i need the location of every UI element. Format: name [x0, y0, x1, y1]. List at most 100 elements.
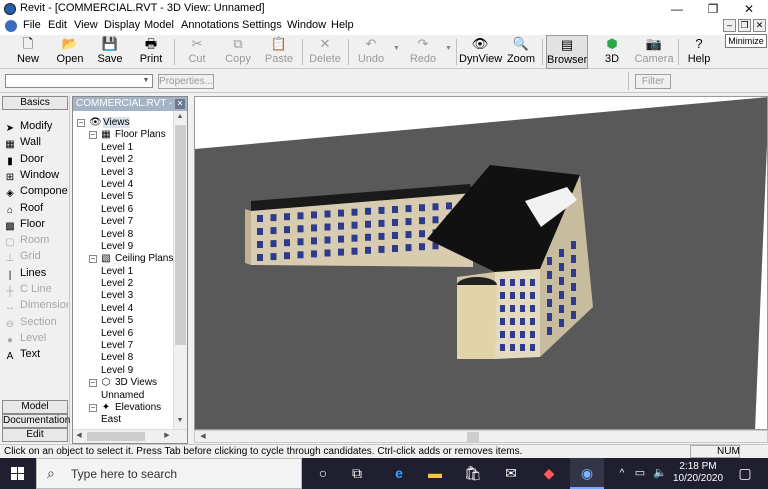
zoom-button[interactable]: 🔍 Zoom: [503, 35, 539, 69]
tree-item[interactable]: Level 3: [77, 290, 173, 302]
tool-roof[interactable]: ⌂ Roof: [4, 200, 68, 216]
tree-item[interactable]: Level 4: [77, 303, 173, 315]
tool-room[interactable]: ▢ Room: [4, 232, 68, 248]
tool-lines[interactable]: | Lines: [4, 265, 68, 281]
browser-vertical-scrollbar[interactable]: ▲ ▼: [173, 111, 187, 429]
tree-item[interactable]: Level 1: [77, 142, 173, 154]
tree-item[interactable]: Level 7: [77, 340, 173, 352]
cortana-circle-icon[interactable]: ○: [306, 458, 340, 489]
tree-item[interactable]: Level 8: [77, 352, 173, 364]
menu-edit[interactable]: Edit: [48, 19, 67, 31]
tool-modify[interactable]: ➤ Modify: [4, 118, 68, 134]
restore-button[interactable]: ❐: [696, 0, 730, 18]
new-button[interactable]: 🗋 New: [8, 35, 48, 69]
tool-text[interactable]: A Text: [4, 346, 68, 362]
redo-dropdown-arrow[interactable]: ▼: [445, 45, 453, 52]
tree-group[interactable]: − ⬡ 3D Views: [77, 377, 173, 389]
tree-item[interactable]: Level 5: [77, 315, 173, 327]
collapse-icon[interactable]: −: [89, 379, 97, 388]
tab-basics[interactable]: Basics: [2, 96, 68, 110]
redo-button[interactable]: ↷ Redo: [403, 35, 443, 69]
taskbar-search-box[interactable]: ⌕ Type here to search: [36, 458, 302, 489]
scroll-right-icon[interactable]: ▶: [161, 430, 173, 442]
mail-envelope-icon[interactable]: ✉: [494, 458, 528, 489]
3d-view-button[interactable]: ⬢ 3D: [594, 35, 630, 69]
tree-item[interactable]: Unnamed: [77, 390, 173, 402]
tab-edit[interactable]: Edit: [2, 428, 68, 442]
tree-item[interactable]: Level 6: [77, 328, 173, 340]
copy-button[interactable]: ⧉ Copy: [218, 35, 258, 69]
tray-clock[interactable]: 2:18 PM 10/20/2020: [673, 461, 723, 485]
menu-settings[interactable]: Settings: [242, 19, 282, 31]
tool-c-line[interactable]: ┼ C Line: [4, 281, 68, 297]
menu-display[interactable]: Display: [104, 19, 140, 31]
collapse-icon[interactable]: −: [89, 131, 97, 140]
edge-browser-icon[interactable]: e: [382, 458, 416, 489]
tool-wall[interactable]: ▦ Wall: [4, 134, 68, 150]
tree-group[interactable]: − ✦ Elevations: [77, 402, 173, 414]
save-button[interactable]: 💾 Save: [90, 35, 130, 69]
revit-active-window-icon[interactable]: ◉: [570, 458, 604, 489]
tree-item[interactable]: Level 8: [77, 229, 173, 241]
revit-taskbar-icon[interactable]: ◆: [532, 458, 566, 489]
tree-item[interactable]: Level 6: [77, 204, 173, 216]
mdi-close-button[interactable]: ✕: [753, 19, 766, 32]
tree-item[interactable]: Level 2: [77, 278, 173, 290]
tree-item[interactable]: Level 3: [77, 167, 173, 179]
tab-model[interactable]: Model: [2, 400, 68, 414]
close-button[interactable]: ✕: [732, 0, 766, 18]
paste-button[interactable]: 📋 Paste: [259, 35, 299, 69]
browser-button[interactable]: ▤ Browser: [546, 35, 588, 69]
open-button[interactable]: 📂 Open: [50, 35, 90, 69]
tray-chevron-up-icon[interactable]: ^: [612, 458, 632, 489]
type-selector[interactable]: ▼: [5, 74, 153, 88]
camera-button[interactable]: 📷 Camera: [633, 35, 675, 69]
menu-view[interactable]: View: [74, 19, 98, 31]
menu-help[interactable]: Help: [331, 19, 354, 31]
scroll-down-icon[interactable]: ▼: [174, 415, 186, 427]
file-explorer-icon[interactable]: ▬: [418, 458, 452, 489]
properties-button[interactable]: Properties...: [158, 74, 214, 89]
tree-item[interactable]: Level 9: [77, 365, 173, 377]
tree-item[interactable]: Level 5: [77, 191, 173, 203]
cut-button[interactable]: ✂ Cut: [177, 35, 217, 69]
revit-app-icon[interactable]: [4, 3, 16, 15]
scroll-left-icon[interactable]: ◀: [197, 431, 209, 443]
dynview-button[interactable]: 👁 DynView: [459, 35, 502, 69]
collapse-icon[interactable]: −: [89, 255, 97, 264]
undo-button[interactable]: ↶ Undo: [351, 35, 391, 69]
filter-button[interactable]: Filter: [635, 74, 671, 89]
start-button[interactable]: [0, 458, 36, 489]
scroll-thumb[interactable]: [87, 432, 145, 441]
document-icon[interactable]: [5, 20, 17, 32]
store-bag-icon[interactable]: 🛍: [456, 458, 490, 489]
collapse-icon[interactable]: −: [77, 119, 85, 127]
3d-view-canvas[interactable]: [194, 96, 768, 430]
tool-floor[interactable]: ▩ Floor: [4, 216, 68, 232]
scroll-up-icon[interactable]: ▲: [174, 111, 186, 123]
delete-button[interactable]: ✕ Delete: [305, 35, 345, 69]
menu-annotations[interactable]: Annotations: [181, 19, 239, 31]
tree-group[interactable]: − ▦ Floor Plans: [77, 129, 173, 141]
volume-speaker-icon[interactable]: 🔈: [650, 458, 670, 489]
mdi-minimize-button[interactable]: –: [723, 19, 736, 32]
browser-horizontal-scrollbar[interactable]: ◀ ▶: [73, 429, 187, 443]
help-button[interactable]: ? Help: [681, 35, 717, 69]
mdi-restore-button[interactable]: ❐: [738, 19, 751, 32]
tool-door[interactable]: ▮ Door: [4, 151, 68, 167]
tool-grid[interactable]: ⊥ Grid: [4, 248, 68, 264]
tool-section[interactable]: ⊖ Section: [4, 314, 68, 330]
tree-item[interactable]: Level 9: [77, 241, 173, 253]
print-button[interactable]: 🖶 Print: [131, 35, 171, 69]
tab-documentation[interactable]: Documentation: [2, 414, 70, 428]
tool-level[interactable]: ● Level: [4, 330, 68, 346]
tree-group[interactable]: − ▧ Ceiling Plans: [77, 253, 173, 265]
task-view-icon[interactable]: ⧉: [340, 458, 374, 489]
tool-window[interactable]: ⊞ Window: [4, 167, 68, 183]
minimize-button[interactable]: —: [660, 0, 694, 18]
tool-component[interactable]: ◈ Component: [4, 183, 68, 199]
menu-file[interactable]: File: [23, 19, 41, 31]
notifications-icon[interactable]: ▢: [728, 458, 762, 489]
tree-item[interactable]: Level 4: [77, 179, 173, 191]
close-icon[interactable]: ✕: [175, 99, 185, 109]
